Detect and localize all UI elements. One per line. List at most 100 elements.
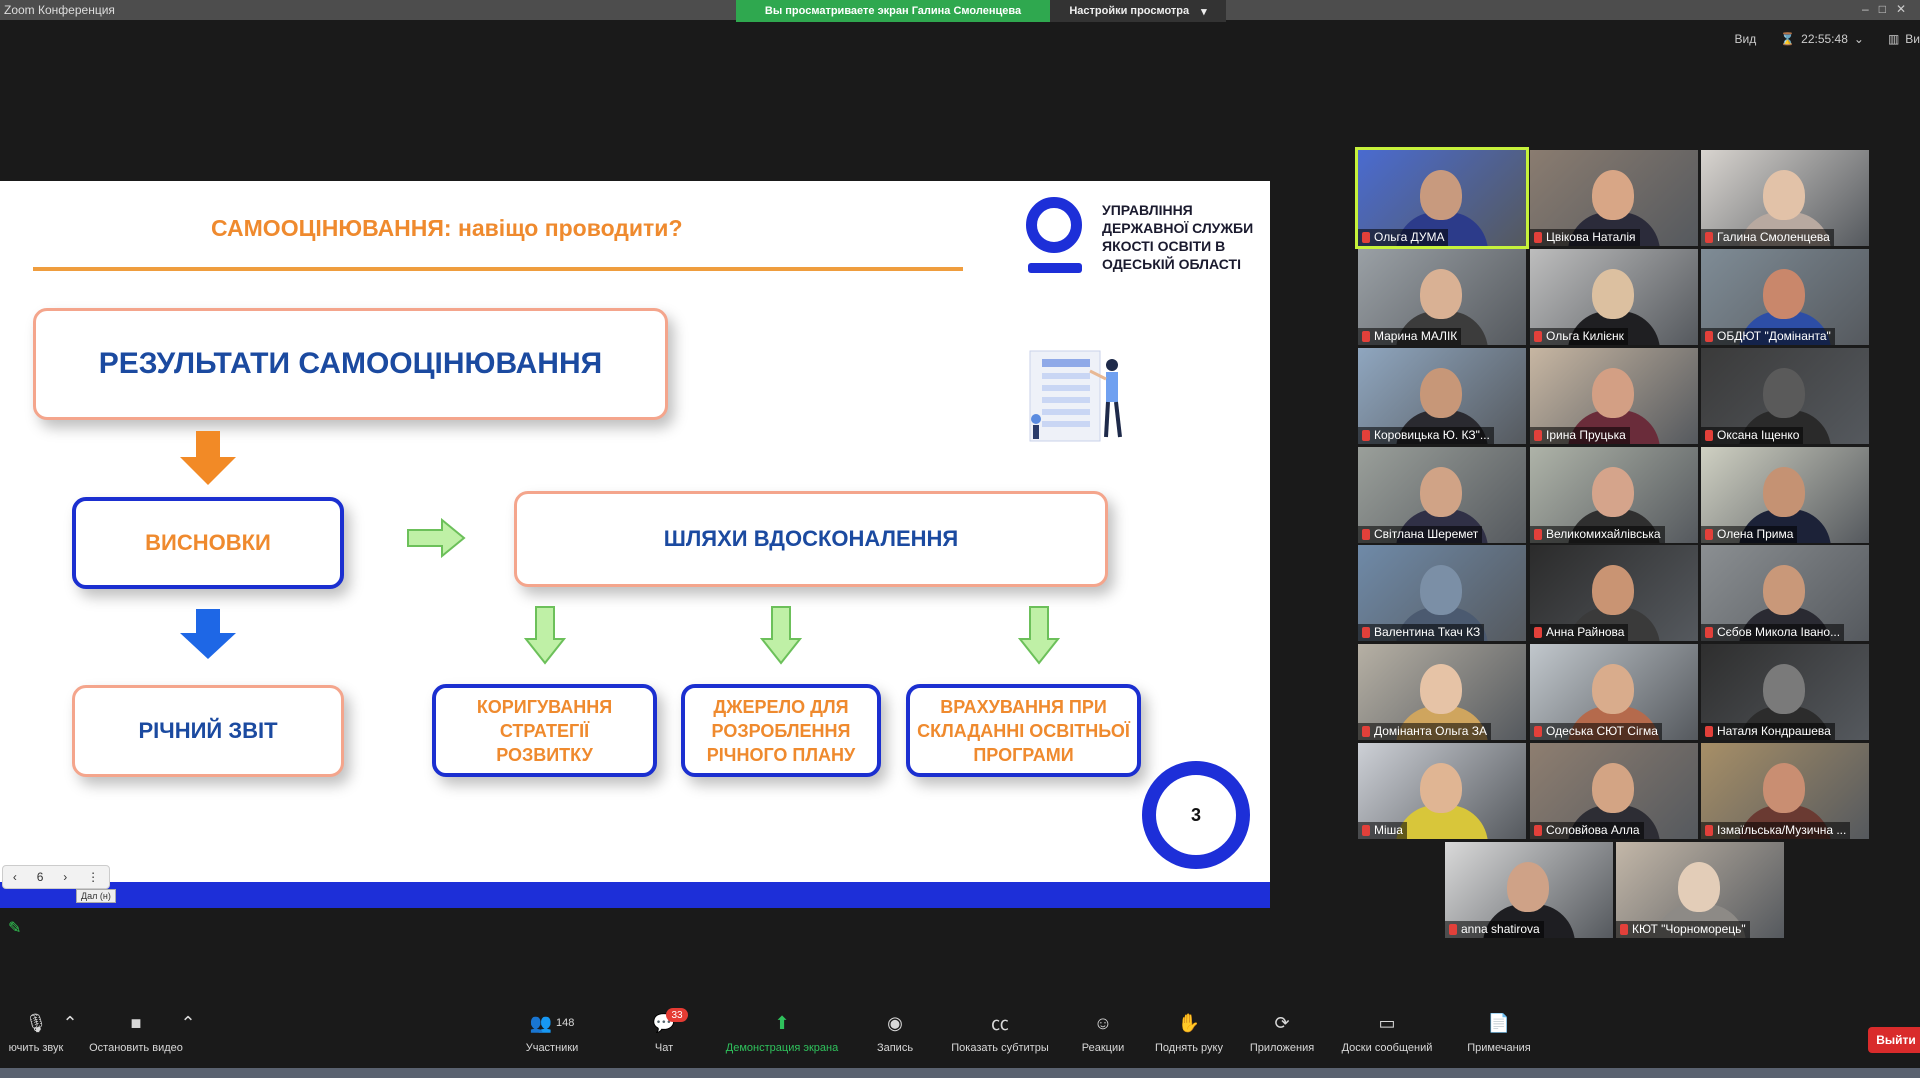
participant-name: Сєбов Микола Івано...: [1701, 624, 1845, 641]
box-line: РОЗРОБЛЕННЯ: [711, 720, 851, 741]
box-line: РОЗВИТКУ: [496, 744, 593, 765]
participant-face: [1592, 170, 1634, 220]
muted-mic-icon: [1449, 924, 1457, 935]
participant-face: [1592, 368, 1634, 418]
participants-button[interactable]: 👥 148 Участники: [516, 1012, 588, 1055]
participant-tile[interactable]: Великомихайлівська: [1530, 447, 1698, 543]
annual-plan-source-box: ДЖЕРЕЛО ДЛЯ РОЗРОБЛЕННЯ РІЧНОГО ПЛАНУ: [681, 684, 881, 777]
grid-icon: ▥: [1887, 32, 1900, 46]
participant-face: [1763, 368, 1805, 418]
box-line: СКЛАДАННІ ОСВІТНЬОЇ: [917, 720, 1130, 741]
raise-hand-button[interactable]: ✋ Поднять руку: [1148, 1012, 1230, 1055]
view-options-label: Настройки просмотра: [1069, 5, 1190, 17]
participant-face: [1763, 170, 1805, 220]
reactions-button[interactable]: ☺ Реакции: [1076, 1012, 1130, 1055]
participant-name: КЮТ "Чорноморець": [1616, 921, 1750, 938]
apps-button[interactable]: ⟳ Приложения: [1244, 1012, 1320, 1055]
chevron-right-icon[interactable]: ›: [63, 870, 67, 884]
participant-tile[interactable]: Світлана Шеремет: [1358, 447, 1526, 543]
leave-button[interactable]: Выйти: [1868, 1027, 1920, 1053]
timer: ⌛ 22:55:48 ⌄: [1780, 32, 1864, 46]
stop-video-label: Остановить видео: [89, 1042, 183, 1054]
participant-tile[interactable]: Одеська СЮТ Сігма: [1530, 644, 1698, 740]
muted-mic-icon: [1362, 232, 1370, 243]
participant-tile[interactable]: Ольга Килієнк: [1530, 249, 1698, 345]
participant-tile[interactable]: Галина Смоленцева: [1701, 150, 1869, 246]
person-with-board-illustration: [1029, 350, 1122, 442]
caret-up-icon[interactable]: ⌃: [176, 1012, 200, 1034]
participant-tile[interactable]: Міша: [1358, 743, 1526, 839]
slide-navigation[interactable]: ‹ 6 › ⋮: [2, 865, 110, 889]
participant-tile[interactable]: Марина МАЛІК: [1358, 249, 1526, 345]
title-divider: [33, 267, 963, 271]
participant-face: [1763, 467, 1805, 517]
share-screen-icon: ⬆: [774, 1012, 790, 1033]
participant-face: [1420, 467, 1462, 517]
muted-mic-icon: [1534, 825, 1542, 836]
participant-face: [1592, 269, 1634, 319]
smiley-icon: ☺: [1093, 1012, 1113, 1033]
apps-label: Приложения: [1249, 1042, 1315, 1054]
participant-face: [1592, 763, 1634, 813]
participant-tile[interactable]: Соловйова Алла: [1530, 743, 1698, 839]
muted-mic-icon: [1620, 924, 1628, 935]
participant-face: [1763, 763, 1805, 813]
participant-tile[interactable]: Оксана Іщенко: [1701, 348, 1869, 444]
whiteboards-label: Доски сообщений: [1341, 1042, 1433, 1054]
participant-tile[interactable]: Наталя Кондрашева: [1701, 644, 1869, 740]
box-line: КОРИГУВАННЯ: [476, 696, 613, 717]
muted-mic-icon: [1534, 430, 1542, 441]
gallery-view-button[interactable]: ▥ Ви: [1888, 32, 1920, 46]
view-options-dropdown[interactable]: Настройки просмотра ▾: [1050, 0, 1226, 22]
microphone-icon: 🎙: [24, 1012, 48, 1033]
participant-face: [1507, 862, 1549, 912]
participant-tile[interactable]: Анна Райнова: [1530, 545, 1698, 641]
chat-icon: 💬 33: [652, 1008, 688, 1034]
page-number-badge: 3: [1142, 761, 1250, 869]
notes-button[interactable]: 📄 Примечания: [1462, 1012, 1536, 1055]
caret-up-icon[interactable]: ⌃: [58, 1012, 82, 1034]
slide-footer-band: [0, 882, 1270, 908]
participant-tile[interactable]: Сєбов Микола Івано...: [1701, 545, 1869, 641]
chat-button[interactable]: 💬 33 Чат: [648, 1008, 688, 1054]
participant-tile[interactable]: Ольга ДУМА: [1355, 147, 1529, 249]
more-options-icon[interactable]: ⋮: [87, 870, 99, 884]
whiteboards-button[interactable]: ▭ Доски сообщений: [1334, 1012, 1440, 1055]
chat-unread-badge: 33: [666, 1008, 688, 1022]
participant-tile[interactable]: anna shatirova: [1445, 842, 1613, 938]
participant-name: Світлана Шеремет: [1358, 526, 1483, 543]
app-title: Zoom Конференция: [4, 3, 115, 17]
slide-title: САМООЦІНЮВАННЯ: навіщо проводити?: [211, 215, 683, 241]
strategy-correction-box: КОРИГУВАННЯ СТРАТЕГІЇ РОЗВИТКУ: [432, 684, 657, 777]
participant-tile[interactable]: Домінанта Ольга ЗА: [1358, 644, 1526, 740]
arrow-down-green-icon: [1018, 606, 1060, 665]
pencil-icon[interactable]: ✎: [8, 918, 21, 938]
muted-mic-icon: [1534, 331, 1542, 342]
slide-nav-tooltip: Дал (н): [76, 889, 116, 903]
window-controls[interactable]: –□✕: [1862, 2, 1916, 16]
participant-tile[interactable]: Олена Прима: [1701, 447, 1869, 543]
participant-name: Валентина Ткач КЗ: [1358, 624, 1485, 641]
chevron-down-icon[interactable]: ⌄: [1854, 32, 1864, 46]
arrow-down-green-icon: [524, 606, 566, 665]
participant-tile[interactable]: Коровицька Ю. КЗ"...: [1358, 348, 1526, 444]
stop-video-button[interactable]: ■ Остановить видео: [82, 1012, 190, 1055]
captions-button[interactable]: ㏄ Показать субтитры: [942, 1012, 1058, 1054]
view-button[interactable]: Вид: [1734, 32, 1756, 46]
record-button[interactable]: ◉ Запись: [870, 1012, 920, 1055]
participant-name: Оксана Іщенко: [1701, 427, 1804, 444]
share-screen-button[interactable]: ⬆ Демонстрация экрана: [716, 1012, 848, 1055]
participant-tile[interactable]: Валентина Ткач КЗ: [1358, 545, 1526, 641]
participant-tile[interactable]: КЮТ "Чорноморець": [1616, 842, 1784, 938]
arrow-down-blue-icon: [180, 609, 236, 659]
improvement-ways-box: ШЛЯХИ ВДОСКОНАЛЕННЯ: [514, 491, 1108, 587]
reactions-label: Реакции: [1081, 1042, 1125, 1054]
chevron-left-icon[interactable]: ‹: [13, 870, 17, 884]
chat-label: Чат: [654, 1042, 674, 1054]
participant-tile[interactable]: Цвікова Наталія: [1530, 150, 1698, 246]
hand-icon: ✋: [1177, 1012, 1201, 1033]
participant-tile[interactable]: Ірина Пруцька: [1530, 348, 1698, 444]
slide-nav-page: 6: [36, 870, 44, 884]
participant-tile[interactable]: ОБДЮТ "Домінанта": [1701, 249, 1869, 345]
participant-tile[interactable]: Ізмаїльська/Музична ...: [1701, 743, 1869, 839]
